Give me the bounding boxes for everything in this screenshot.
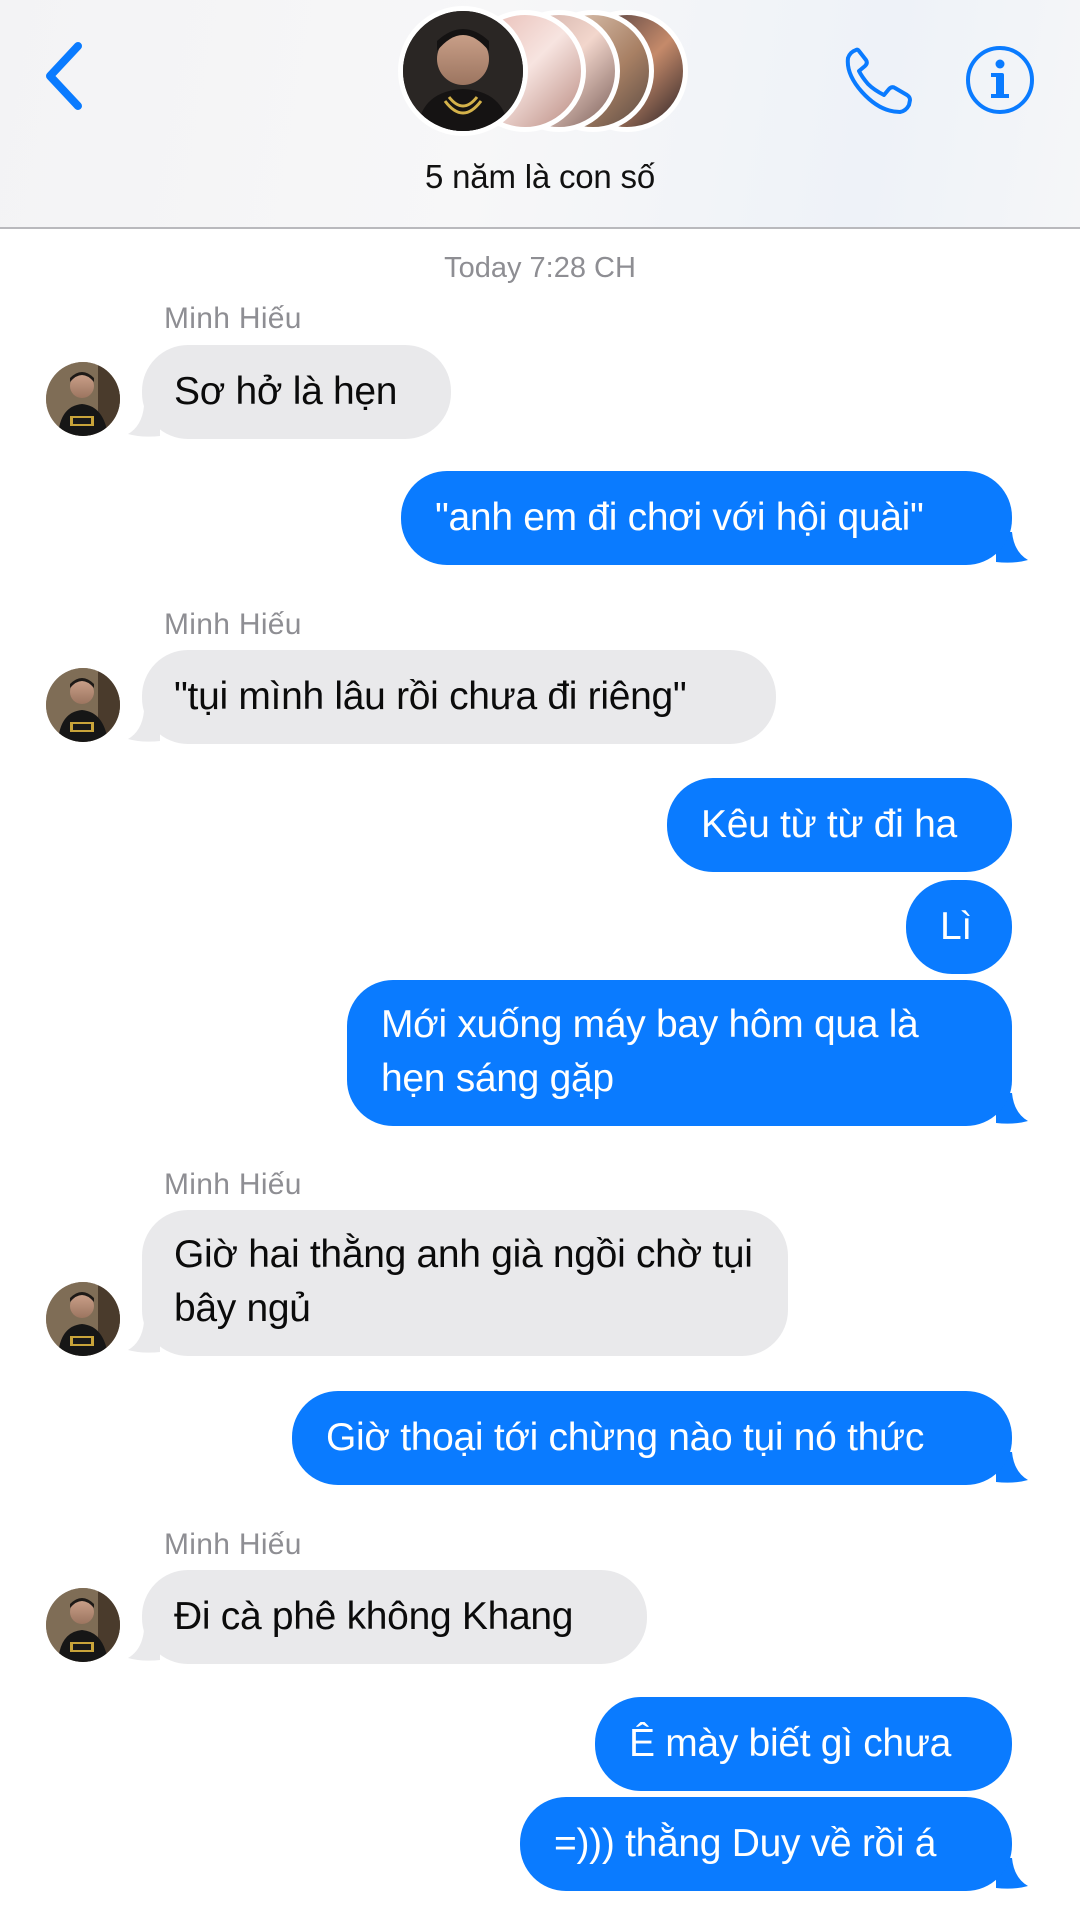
sender-avatar[interactable] xyxy=(46,362,120,436)
chevron-left-icon xyxy=(46,42,82,110)
sender-name: Minh Hiếu xyxy=(164,1528,302,1561)
sender-name: Minh Hiếu xyxy=(164,608,302,641)
conversation-header: 5 năm là con số xyxy=(0,0,1080,229)
sender-name: Minh Hiếu xyxy=(164,1168,302,1201)
incoming-message-bubble[interactable]: Giờ hai thằng anh già ngồi chờ tụi bây n… xyxy=(142,1210,788,1356)
info-button[interactable] xyxy=(964,44,1036,116)
group-avatar-stack[interactable] xyxy=(398,6,688,138)
back-button[interactable] xyxy=(38,38,98,118)
outgoing-message-bubble[interactable]: Mới xuống máy bay hôm qua là hẹn sáng gặ… xyxy=(347,980,1012,1126)
info-icon xyxy=(966,46,1034,114)
member-avatar xyxy=(398,6,528,136)
incoming-message-bubble[interactable]: Sơ hở là hẹn xyxy=(142,345,451,439)
outgoing-message-bubble[interactable]: Giờ thoại tới chừng nào tụi nó thức xyxy=(292,1391,1012,1485)
phone-icon xyxy=(845,47,912,114)
outgoing-message-bubble[interactable]: Ê mày biết gì chưa xyxy=(595,1697,1012,1791)
outgoing-message-bubble[interactable]: "anh em đi chơi với hội quài" xyxy=(401,471,1012,565)
conversation-title[interactable]: 5 năm là con số xyxy=(0,158,1080,196)
outgoing-message-bubble[interactable]: Kêu từ từ đi ha xyxy=(667,778,1012,872)
sender-name: Minh Hiếu xyxy=(164,302,302,335)
outgoing-message-bubble[interactable]: =))) thằng Duy về rồi á xyxy=(520,1797,1012,1891)
sender-avatar[interactable] xyxy=(46,1282,120,1356)
person-photo xyxy=(403,11,523,131)
sender-avatar[interactable] xyxy=(46,668,120,742)
incoming-message-bubble[interactable]: Đi cà phê không Khang xyxy=(142,1570,647,1664)
sender-avatar[interactable] xyxy=(46,1588,120,1662)
message-timestamp: Today 7:28 CH xyxy=(444,252,636,284)
outgoing-message-bubble[interactable]: Lì xyxy=(906,880,1012,974)
incoming-message-bubble[interactable]: "tụi mình lâu rồi chưa đi riêng" xyxy=(142,650,776,744)
call-button[interactable] xyxy=(842,44,916,118)
